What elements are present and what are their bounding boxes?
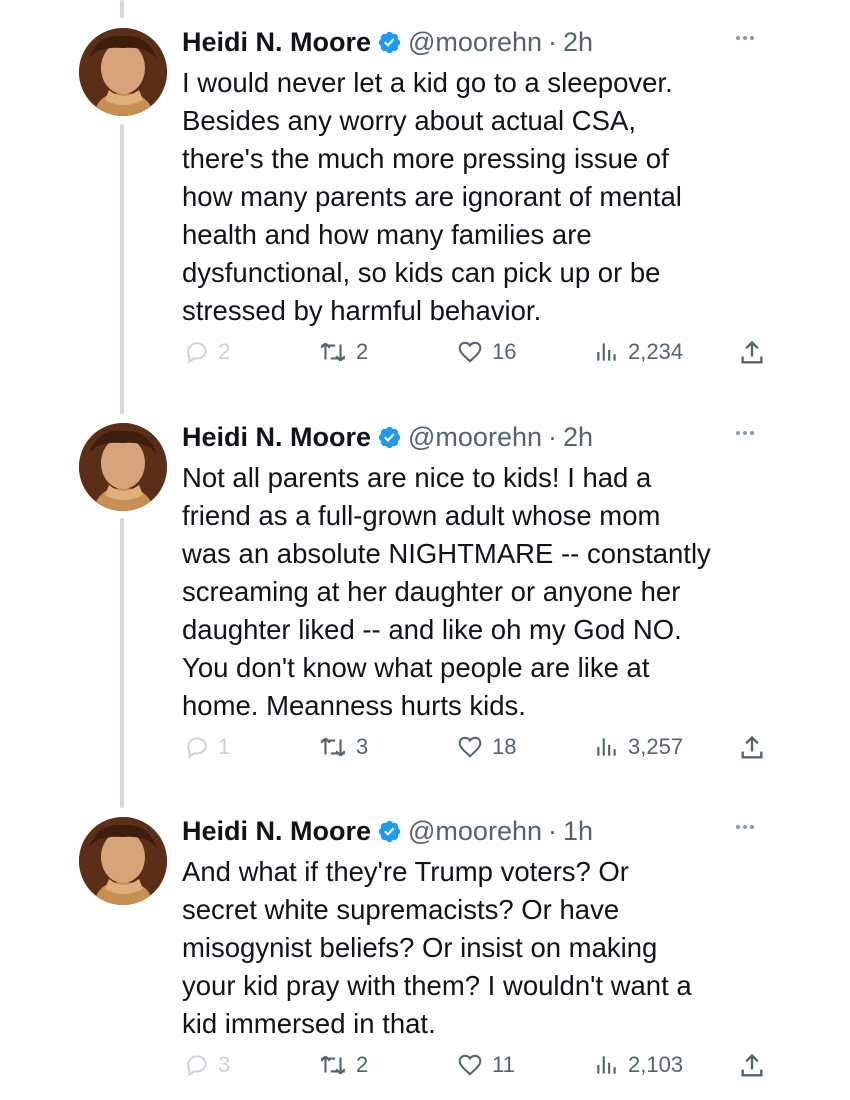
timestamp[interactable]: 2h [563,27,593,58]
avatar[interactable] [79,817,167,905]
tweet[interactable]: Heidi N. Moore @moorehn · 1h And what if… [0,789,850,1100]
retweet-count: 2 [356,1052,369,1077]
tweet-text: And what if they're Trump voters? Or sec… [182,856,692,1039]
separator: · [548,421,557,452]
verified-badge-icon [378,31,401,53]
reply-icon [187,1055,207,1077]
like-count: 18 [492,734,517,759]
retweet-count: 2 [356,339,369,364]
retweet-count: 3 [356,734,369,759]
verified-badge-icon [378,426,401,448]
reply-button[interactable]: 1 [184,734,230,760]
share-icon [741,1053,763,1077]
separator: · [548,26,557,57]
reply-count: 2 [218,339,231,364]
like-count: 11 [492,1052,515,1077]
retweet-icon [320,1055,346,1075]
author-name[interactable]: Heidi N. Moore [182,27,371,58]
views-button[interactable]: 2,103 [594,1052,683,1078]
share-button[interactable] [738,339,766,367]
like-count: 16 [492,339,517,364]
share-button[interactable] [738,734,766,762]
timestamp[interactable]: 2h [563,422,593,453]
share-icon [741,340,763,364]
tweet-text: I would never let a kid go to a sleepove… [182,67,682,326]
like-button[interactable]: 11 [456,1052,515,1078]
separator: · [548,815,557,846]
retweet-icon [320,737,346,757]
more-icon[interactable] [736,825,754,829]
verified-badge-icon [378,820,401,842]
views-count: 2,234 [628,339,684,364]
views-count: 2,103 [628,1052,684,1077]
avatar[interactable] [79,423,167,511]
like-button[interactable]: 18 [456,734,516,760]
share-button[interactable] [738,1052,766,1080]
avatar[interactable] [79,28,167,116]
like-button[interactable]: 16 [456,339,516,365]
views-icon [597,1056,616,1074]
author-name[interactable]: Heidi N. Moore [182,816,371,847]
author-name[interactable]: Heidi N. Moore [182,422,371,453]
timestamp[interactable]: 1h [563,816,593,847]
views-icon [597,738,616,756]
retweet-button[interactable]: 3 [318,734,368,760]
tweet[interactable]: Heidi N. Moore @moorehn · 2h Not all par… [0,395,850,789]
views-button[interactable]: 3,257 [594,734,683,760]
views-icon [597,343,616,361]
like-icon [458,341,482,363]
reply-icon [187,737,207,759]
reply-count: 1 [218,734,231,759]
like-icon [458,1054,482,1076]
reply-count: 3 [218,1052,231,1077]
share-icon [741,735,763,759]
tweet[interactable]: Heidi N. Moore @moorehn · 2h I would nev… [0,0,850,395]
retweet-button[interactable]: 2 [318,1052,368,1078]
reply-button[interactable]: 3 [184,1052,230,1078]
action-bar: 1 3 18 3,257 [0,734,850,774]
author-handle[interactable]: @moorehn [408,816,542,847]
author-handle[interactable]: @moorehn [408,422,542,453]
views-button[interactable]: 2,234 [594,339,683,365]
reply-icon [187,342,207,364]
more-icon[interactable] [736,431,754,435]
tweet-text: Not all parents are nice to kids! I had … [182,462,711,721]
retweet-button[interactable]: 2 [318,339,368,365]
author-handle[interactable]: @moorehn [408,27,542,58]
action-bar: 2 2 16 2,234 [0,339,850,379]
retweet-icon [320,342,346,362]
action-bar: 3 2 11 2,103 [0,1052,850,1092]
like-icon [458,736,482,758]
reply-button[interactable]: 2 [184,339,230,365]
more-icon[interactable] [736,36,754,40]
views-count: 3,257 [628,734,684,759]
